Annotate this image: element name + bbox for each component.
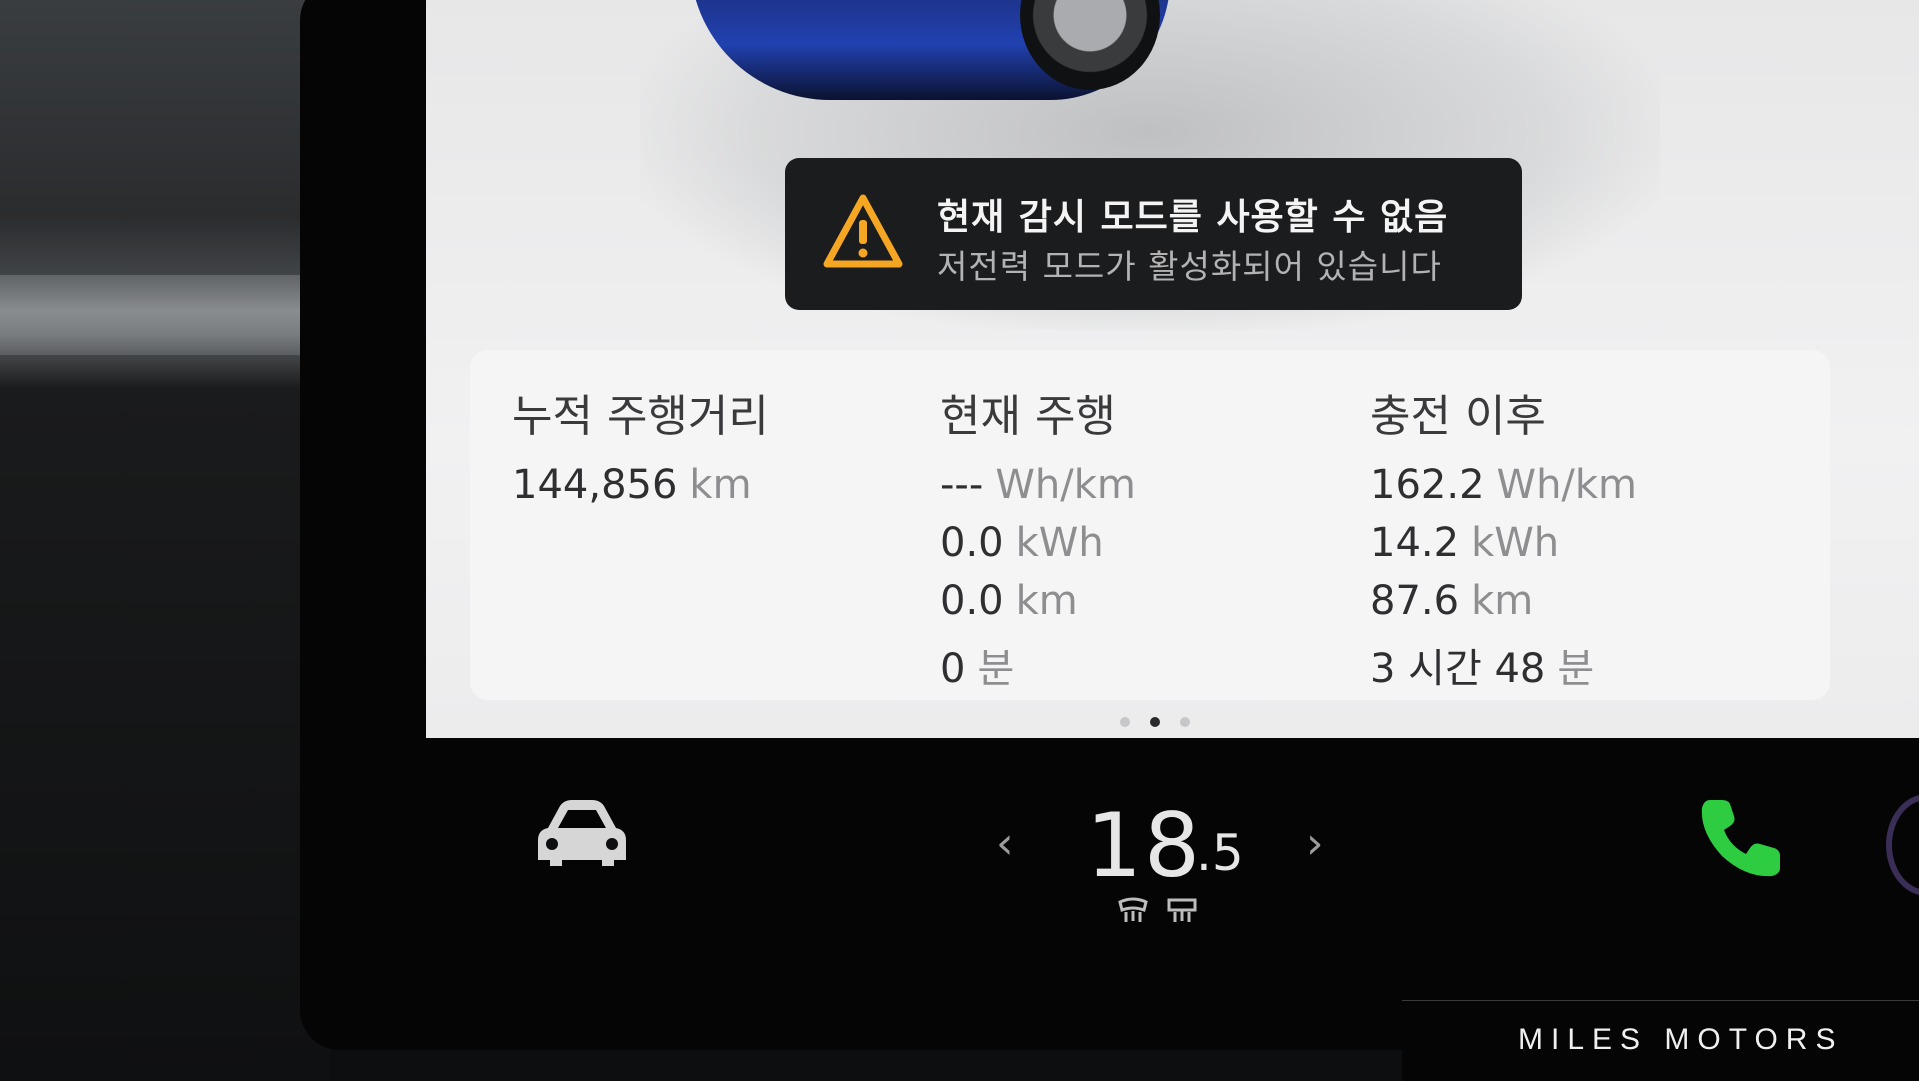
stat-unit: Wh/km [995,462,1136,508]
page-dot[interactable] [1120,717,1130,727]
warning-icon [823,194,903,268]
page-indicator[interactable] [1110,712,1200,731]
odometer-column: 누적 주행거리 144,856 km [512,380,769,520]
stat-unit: kWh [1471,520,1560,566]
phone-icon[interactable] [1696,792,1786,882]
stat-unit: km [1015,578,1078,624]
stat-unit: kWh [1015,520,1104,566]
since-charge-energy: 14.2 kWh [1370,520,1637,578]
cabin-temperature[interactable]: 18 [1086,794,1202,897]
current-trip-heading: 현재 주행 [940,391,1116,442]
stat-value: 0.0 [940,578,1004,624]
sentry-alert[interactable]: 현재 감시 모드를 사용할 수 없음 저전력 모드가 활성화되어 있습니다 [785,158,1522,310]
stat-value: 3 시간 48 [1370,646,1546,692]
odometer-heading: 누적 주행거리 [512,391,769,442]
dashboard-trim-strip [0,275,300,355]
dashboard-trim [0,0,330,1080]
camera-app-icon[interactable] [1886,794,1919,896]
temp-increase-button[interactable]: › [1306,818,1324,869]
stat-value: 0 [940,646,966,692]
temp-decrease-button[interactable]: ‹ [996,818,1014,869]
page-dot-active[interactable] [1150,717,1160,727]
stat-value: 87.6 [1370,578,1460,624]
watermark: MILES MOTORS [1402,1000,1919,1081]
watermark-text: MILES MOTORS [1518,1023,1844,1056]
since-charge-energy-rate: 162.2 Wh/km [1370,462,1637,520]
since-charge-column: 충전 이후 162.2 Wh/km 14.2 kWh 87.6 km 3 시간 48 분 [1370,380,1637,694]
current-trip-column: 현재 주행 --- Wh/km 0.0 kWh 0.0 km 0분 [940,380,1136,694]
stat-unit: Wh/km [1496,462,1638,508]
current-trip-energy: 0.0 kWh [940,520,1136,578]
seat-heater-right-icon[interactable] [1165,896,1199,926]
stat-unit: km [1471,578,1534,624]
stat-value: 144,856 [512,462,678,508]
current-trip-distance: 0.0 km [940,578,1136,636]
stat-value: 0.0 [940,520,1004,566]
odometer-row: 144,856 km [512,462,769,520]
seat-heater-controls[interactable] [1116,896,1199,933]
stat-value: --- [940,462,984,508]
alert-subtitle: 저전력 모드가 활성화되어 있습니다 [937,247,1442,286]
current-trip-duration: 0분 [940,636,1136,694]
since-charge-heading: 충전 이후 [1370,391,1546,442]
trip-stats-card[interactable]: 누적 주행거리 144,856 km 현재 주행 --- Wh/km 0.0 kWh … [470,350,1830,700]
stat-value: 162.2 [1370,462,1485,508]
stat-unit: km [689,462,752,508]
since-charge-distance: 87.6 km [1370,578,1637,636]
stat-unit: 분 [977,646,1015,692]
seat-heater-left-icon[interactable] [1116,896,1150,926]
alert-title: 현재 감시 모드를 사용할 수 없음 [937,197,1449,238]
cabin-temperature-decimal[interactable]: .5 [1196,824,1244,882]
car-icon[interactable] [534,798,630,872]
page-dot[interactable] [1180,717,1190,727]
stat-value: 14.2 [1370,520,1460,566]
current-trip-energy-rate: --- Wh/km [940,462,1136,520]
stat-unit: 분 [1557,646,1595,692]
since-charge-duration: 3 시간 48 분 [1370,636,1637,694]
